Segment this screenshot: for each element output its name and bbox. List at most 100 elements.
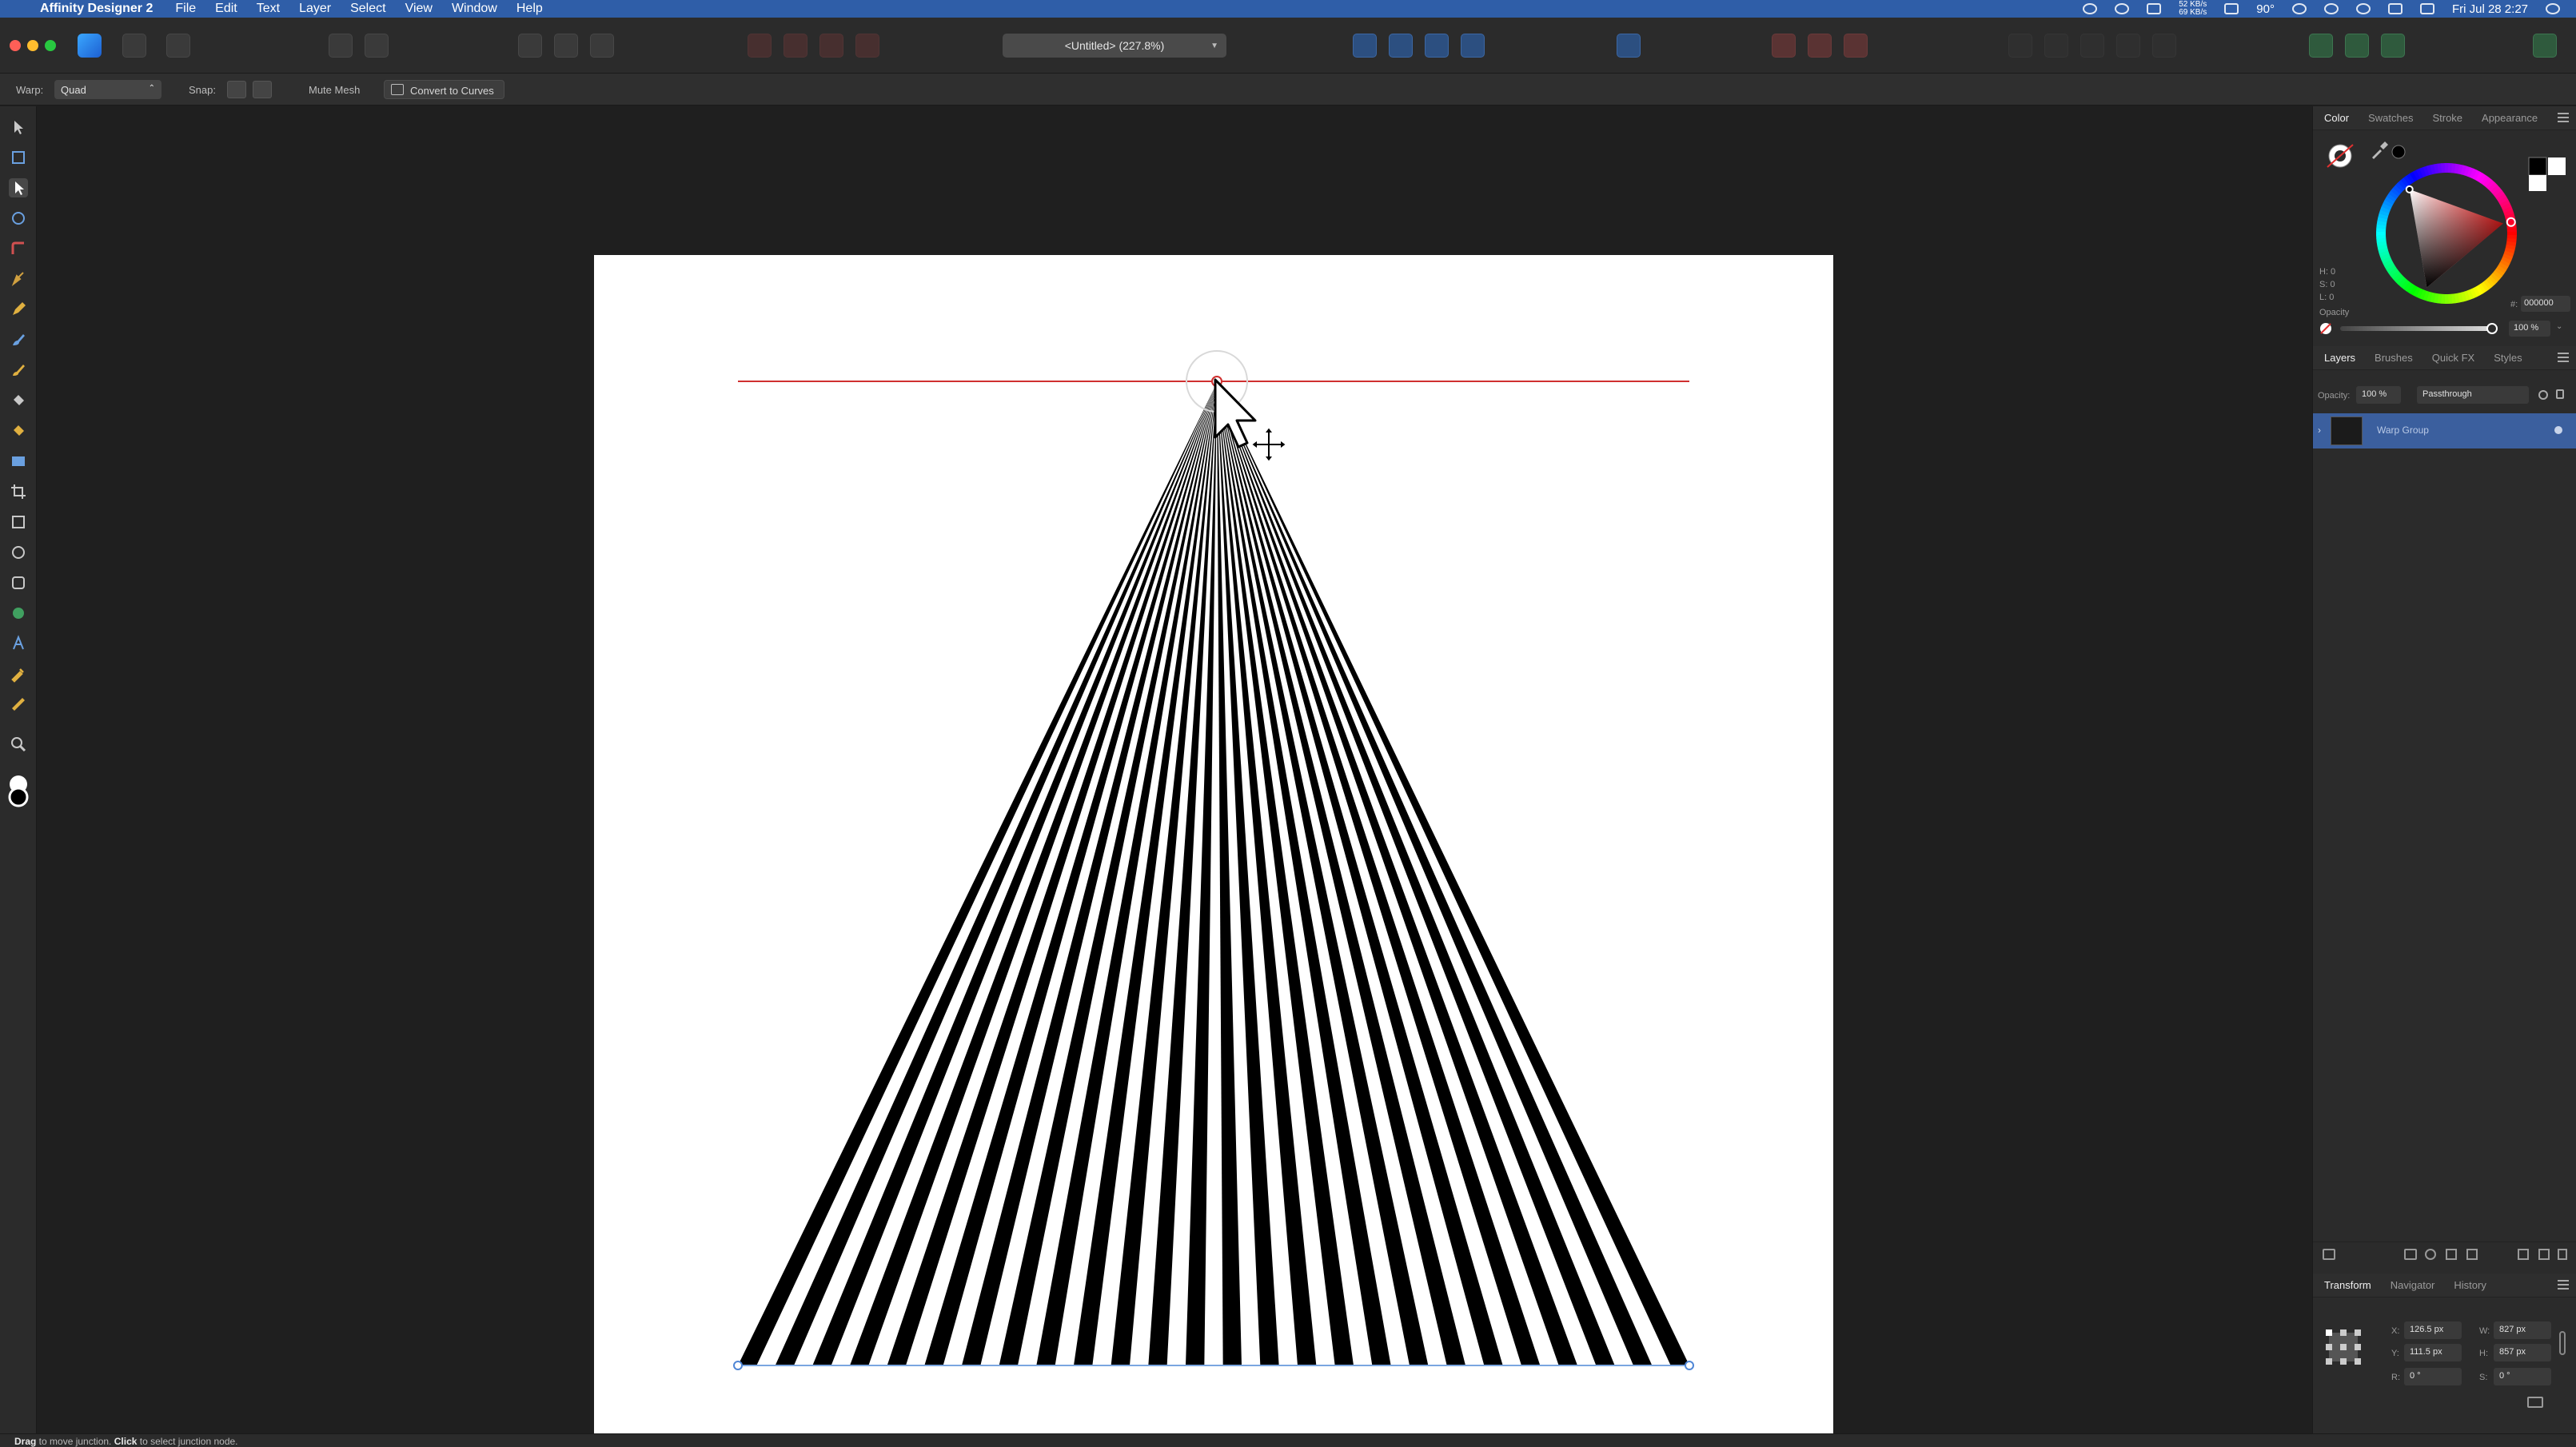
tab-brushes[interactable]: Brushes: [2375, 352, 2413, 364]
menu-text[interactable]: Text: [257, 2, 280, 16]
junction-node-bottom-left[interactable]: [733, 1361, 743, 1370]
isolation-icon[interactable]: [518, 34, 542, 58]
artistic-text-tool-icon[interactable]: [9, 634, 28, 653]
bluetooth-icon[interactable]: [2323, 3, 2339, 14]
tab-layers[interactable]: Layers: [2324, 352, 2355, 364]
adjustment-icon[interactable]: [2425, 1249, 2436, 1260]
hex-input[interactable]: 000000: [2521, 296, 2570, 312]
account-icon[interactable]: [2533, 34, 2557, 58]
y-input[interactable]: 111.5 px: [2404, 1344, 2462, 1361]
arrange-forward-icon[interactable]: [2080, 34, 2104, 58]
zoom-window-button[interactable]: [45, 40, 56, 51]
flip-horizontal-icon[interactable]: [1353, 34, 1377, 58]
minimize-window-button[interactable]: [27, 40, 38, 51]
expand-chevron-icon[interactable]: ›: [2318, 425, 2321, 436]
menu-select[interactable]: Select: [350, 2, 385, 16]
group-icon[interactable]: [2152, 34, 2176, 58]
black-white-swatches[interactable]: [2527, 156, 2569, 193]
warp-group-artwork[interactable]: [594, 255, 1833, 1447]
screen-icon[interactable]: [2147, 3, 2162, 14]
siri-icon[interactable]: [2546, 3, 2560, 14]
hue-segment[interactable]: [2444, 163, 2449, 173]
undo-history-icon[interactable]: [1844, 34, 1868, 58]
layer-row-warp-group[interactable]: › Warp Group: [2313, 413, 2576, 448]
convert-to-curves-button[interactable]: Convert to Curves: [384, 80, 504, 99]
tab-swatches[interactable]: Swatches: [2368, 112, 2413, 124]
shear-input[interactable]: 0 °: [2494, 1368, 2551, 1385]
opacity-input[interactable]: 100 %: [2509, 321, 2550, 337]
layer-options-icon[interactable]: [2323, 1249, 2335, 1260]
blend-mode-dropdown[interactable]: Passthrough: [2417, 386, 2529, 404]
transparency-tool-icon[interactable]: [9, 421, 28, 440]
app-menu[interactable]: Affinity Designer 2: [40, 2, 153, 16]
layer-settings-gear-icon[interactable]: [2538, 390, 2548, 400]
artboard[interactable]: [594, 255, 1833, 1447]
studio-link-icon[interactable]: [2381, 34, 2405, 58]
boolean-intersect-icon[interactable]: [819, 34, 843, 58]
arrange-backward-icon[interactable]: [2044, 34, 2068, 58]
arrange-back-icon[interactable]: [2008, 34, 2032, 58]
menu-layer[interactable]: Layer: [299, 2, 331, 16]
menu-window[interactable]: Window: [452, 2, 497, 16]
alignment-icon[interactable]: [1617, 34, 1641, 58]
transform-origin-icon[interactable]: [590, 34, 614, 58]
tab-color[interactable]: Color: [2324, 112, 2349, 124]
battery-icon[interactable]: [2224, 3, 2239, 14]
snapping-icon[interactable]: [1772, 34, 1796, 58]
export-persona-icon[interactable]: [166, 34, 190, 58]
assistant-icon[interactable]: [2309, 34, 2333, 58]
junction-node-bottom-right[interactable]: [1685, 1361, 1694, 1370]
fill-stroke-toggle-icon[interactable]: [2323, 140, 2363, 172]
vector-brush-tool-icon[interactable]: [9, 330, 28, 349]
place-image-tool-icon[interactable]: [9, 452, 28, 471]
opacity-slider-knob[interactable]: [2486, 323, 2498, 334]
snap-nodes-button[interactable]: [227, 81, 246, 98]
time-machine-icon[interactable]: [2115, 3, 2130, 14]
anchor-selector[interactable]: [2324, 1328, 2363, 1366]
pen-tool-icon[interactable]: [9, 269, 28, 289]
fill-stroke-swatch-icon[interactable]: [6, 773, 30, 808]
tab-styles[interactable]: Styles: [2494, 352, 2522, 364]
rectangle-tool-icon[interactable]: [9, 512, 28, 532]
tab-navigator[interactable]: Navigator: [2391, 1279, 2435, 1291]
hue-segment[interactable]: [2444, 293, 2449, 304]
hue-segment[interactable]: [2506, 231, 2517, 236]
share-icon[interactable]: [2345, 34, 2369, 58]
no-fill-icon[interactable]: [2318, 321, 2334, 337]
rotate-right-icon[interactable]: [1461, 34, 1485, 58]
x-input[interactable]: 126.5 px: [2404, 1321, 2462, 1339]
panel-menu-icon[interactable]: [2558, 353, 2569, 362]
boolean-xor-icon[interactable]: [855, 34, 879, 58]
artboard-tool-icon[interactable]: [9, 148, 28, 167]
mask-icon[interactable]: [2404, 1249, 2417, 1260]
mute-mesh-toggle[interactable]: Mute Mesh: [309, 84, 360, 96]
ellipse-tool-icon[interactable]: [9, 543, 28, 562]
tab-stroke[interactable]: Stroke: [2432, 112, 2462, 124]
menu-view[interactable]: View: [405, 2, 433, 16]
display-icon[interactable]: [2387, 3, 2403, 14]
wifi-icon[interactable]: [2291, 3, 2307, 14]
aspect-lock-icon[interactable]: [2559, 1331, 2566, 1355]
add-layer-icon[interactable]: [2518, 1249, 2529, 1260]
color-picker-tool-icon[interactable]: [9, 664, 28, 684]
fx-icon[interactable]: [2446, 1249, 2457, 1260]
boolean-add-icon[interactable]: [748, 34, 772, 58]
h-input[interactable]: 857 px: [2494, 1344, 2551, 1361]
selection-box-icon[interactable]: [554, 34, 578, 58]
live-filter-icon[interactable]: [2466, 1249, 2478, 1260]
pencil-tool-icon[interactable]: [9, 300, 28, 319]
menu-edit[interactable]: Edit: [215, 2, 237, 16]
chevron-down-icon[interactable]: ⌄: [2556, 322, 2562, 331]
transform-options-icon[interactable]: [2527, 1397, 2543, 1408]
close-window-button[interactable]: [10, 40, 21, 51]
move-tool-icon[interactable]: [9, 118, 28, 137]
tab-quick-fx[interactable]: Quick FX: [2432, 352, 2474, 364]
warp-dropdown[interactable]: Quad ⌃: [54, 80, 161, 99]
canvas-area[interactable]: [38, 106, 2311, 1447]
control-center-icon[interactable]: [2419, 3, 2434, 14]
document-title-dropdown[interactable]: <Untitled> (227.8%) ▼: [1003, 34, 1226, 58]
pixel-persona-icon[interactable]: [122, 34, 146, 58]
tab-history[interactable]: History: [2454, 1279, 2486, 1291]
w-input[interactable]: 827 px: [2494, 1321, 2551, 1339]
menu-file[interactable]: File: [175, 2, 196, 16]
